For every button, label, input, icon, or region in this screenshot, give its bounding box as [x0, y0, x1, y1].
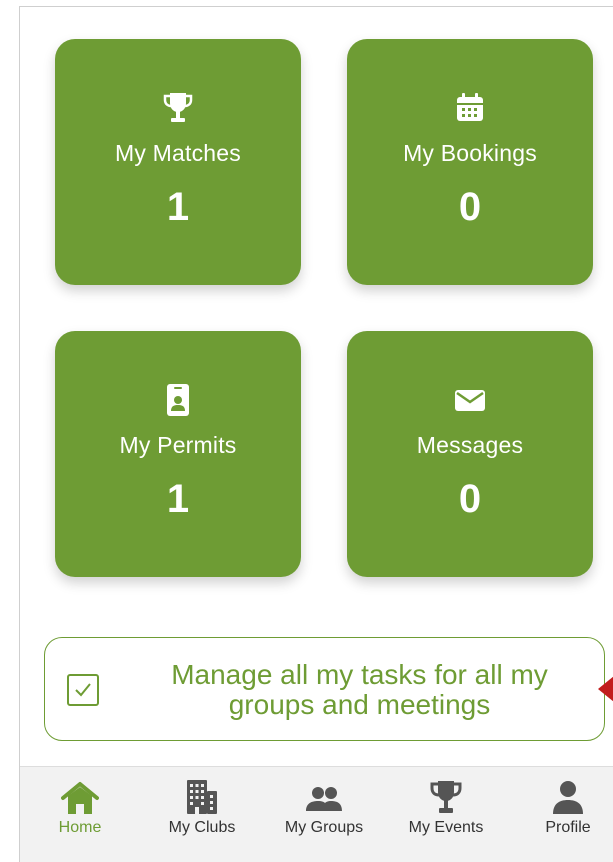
- bottom-tab-bar: Home My Clubs My Groups My Events Profil…: [20, 766, 613, 862]
- person-icon: [508, 779, 613, 815]
- trophy-icon: [55, 91, 301, 125]
- tab-my-groups[interactable]: My Groups: [264, 767, 384, 862]
- tile-label: Messages: [416, 432, 524, 458]
- tile-label: My Matches: [115, 140, 241, 166]
- building-icon: [142, 779, 262, 815]
- tab-label: Home: [58, 819, 102, 836]
- tab-label: My Clubs: [168, 819, 236, 836]
- home-icon: [20, 779, 140, 815]
- calendar-icon: [347, 91, 593, 125]
- tile-label: My Permits: [119, 432, 237, 458]
- tile-count: 0: [458, 477, 482, 521]
- messages-tile[interactable]: Messages 0: [347, 331, 593, 577]
- tab-profile[interactable]: Profile: [508, 767, 613, 862]
- tab-my-events[interactable]: My Events: [386, 767, 506, 862]
- tab-label: My Events: [408, 819, 484, 836]
- my-permits-tile[interactable]: My Permits 1: [55, 331, 301, 577]
- manage-tasks-button[interactable]: Manage all my tasks for all my groups an…: [44, 637, 605, 741]
- group-icon: [264, 779, 384, 815]
- tab-label: My Groups: [284, 819, 364, 836]
- my-matches-tile[interactable]: My Matches 1: [55, 39, 301, 285]
- tab-my-clubs[interactable]: My Clubs: [142, 767, 262, 862]
- checkbox-checked-icon: [67, 674, 99, 706]
- tile-label: My Bookings: [403, 140, 537, 166]
- manage-tasks-label: Manage all my tasks for all my groups an…: [171, 659, 548, 720]
- tab-home[interactable]: Home: [20, 767, 140, 862]
- trophy-icon: [386, 779, 506, 815]
- tile-count: 1: [166, 477, 190, 521]
- tile-count: 0: [458, 185, 482, 229]
- pointer-arrow-icon: [598, 676, 613, 702]
- id-badge-icon: [55, 383, 301, 417]
- envelope-icon: [347, 383, 593, 417]
- my-bookings-tile[interactable]: My Bookings 0: [347, 39, 593, 285]
- tile-count: 1: [166, 185, 190, 229]
- tab-label: Profile: [545, 819, 591, 836]
